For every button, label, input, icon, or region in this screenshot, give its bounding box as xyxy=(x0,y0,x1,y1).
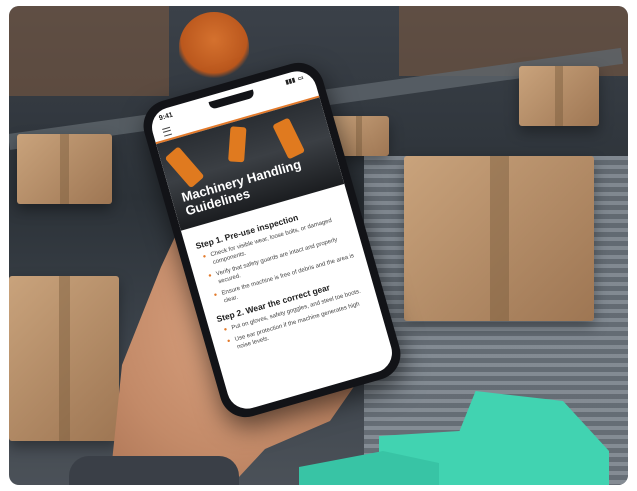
background-worker xyxy=(179,12,249,82)
menu-icon[interactable] xyxy=(162,126,173,137)
robot-arm xyxy=(228,126,247,163)
cardboard-box xyxy=(9,276,119,441)
hero-image-frame: 9:41 ▮▮▮ ▭ Machinery Handling Guidelines… xyxy=(9,6,628,485)
signal-icon: ▮▮▮ xyxy=(284,77,296,86)
status-time: 9:41 xyxy=(158,111,174,122)
robot-arm xyxy=(164,146,205,189)
cardboard-box xyxy=(519,66,599,126)
battery-icon: ▭ xyxy=(297,74,305,82)
cardboard-box xyxy=(17,134,112,204)
background-shelf-left xyxy=(9,6,169,96)
sleeve xyxy=(69,456,239,485)
robot-arm xyxy=(272,117,306,160)
cardboard-box xyxy=(404,156,594,321)
